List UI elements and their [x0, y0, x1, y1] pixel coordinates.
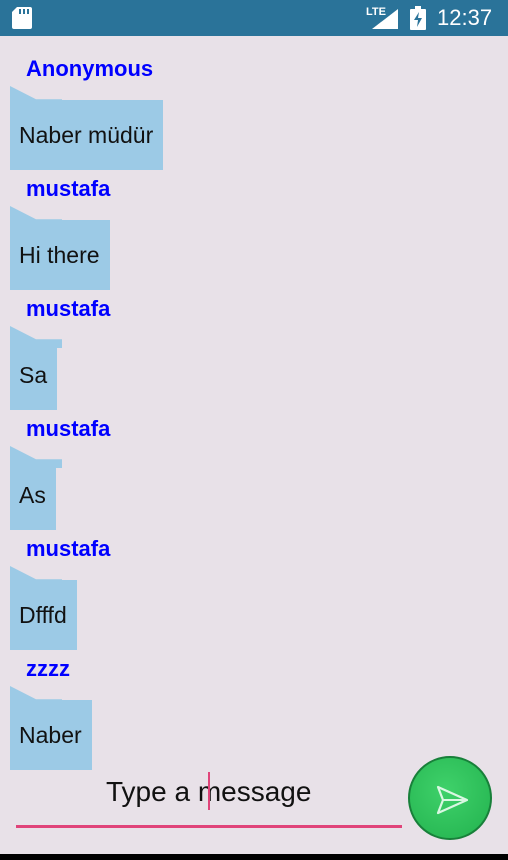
sender-name: Anonymous [26, 56, 154, 81]
send-button[interactable] [408, 756, 492, 840]
input-underline [16, 825, 402, 828]
sender-name: mustafa [26, 416, 111, 441]
status-clock: 12:37 [437, 5, 493, 30]
sd-card-icon [12, 7, 32, 29]
sender-name: zzzz [26, 656, 70, 681]
sender-name: mustafa [26, 296, 111, 321]
battery-charging-icon [410, 6, 426, 30]
send-icon [436, 785, 469, 815]
signal-icon [372, 9, 398, 29]
sender-name: mustafa [26, 536, 111, 561]
message-bubble[interactable]: Sa [10, 340, 58, 410]
text-caret [208, 772, 210, 810]
message-bubble[interactable]: Naber müdür [10, 100, 164, 170]
message-bubble[interactable]: Dfffd [10, 580, 77, 650]
message-composer: Type a message [0, 756, 508, 854]
message-list[interactable]: Anonymous Naber müdür mustafa Hi there m… [0, 36, 508, 770]
status-bar: LTE 12:37 [0, 0, 508, 36]
sender-name: mustafa [26, 176, 111, 201]
message-bubble[interactable]: As [10, 460, 56, 530]
message-bubble[interactable]: Hi there [10, 220, 110, 290]
navigation-bar [0, 854, 508, 860]
